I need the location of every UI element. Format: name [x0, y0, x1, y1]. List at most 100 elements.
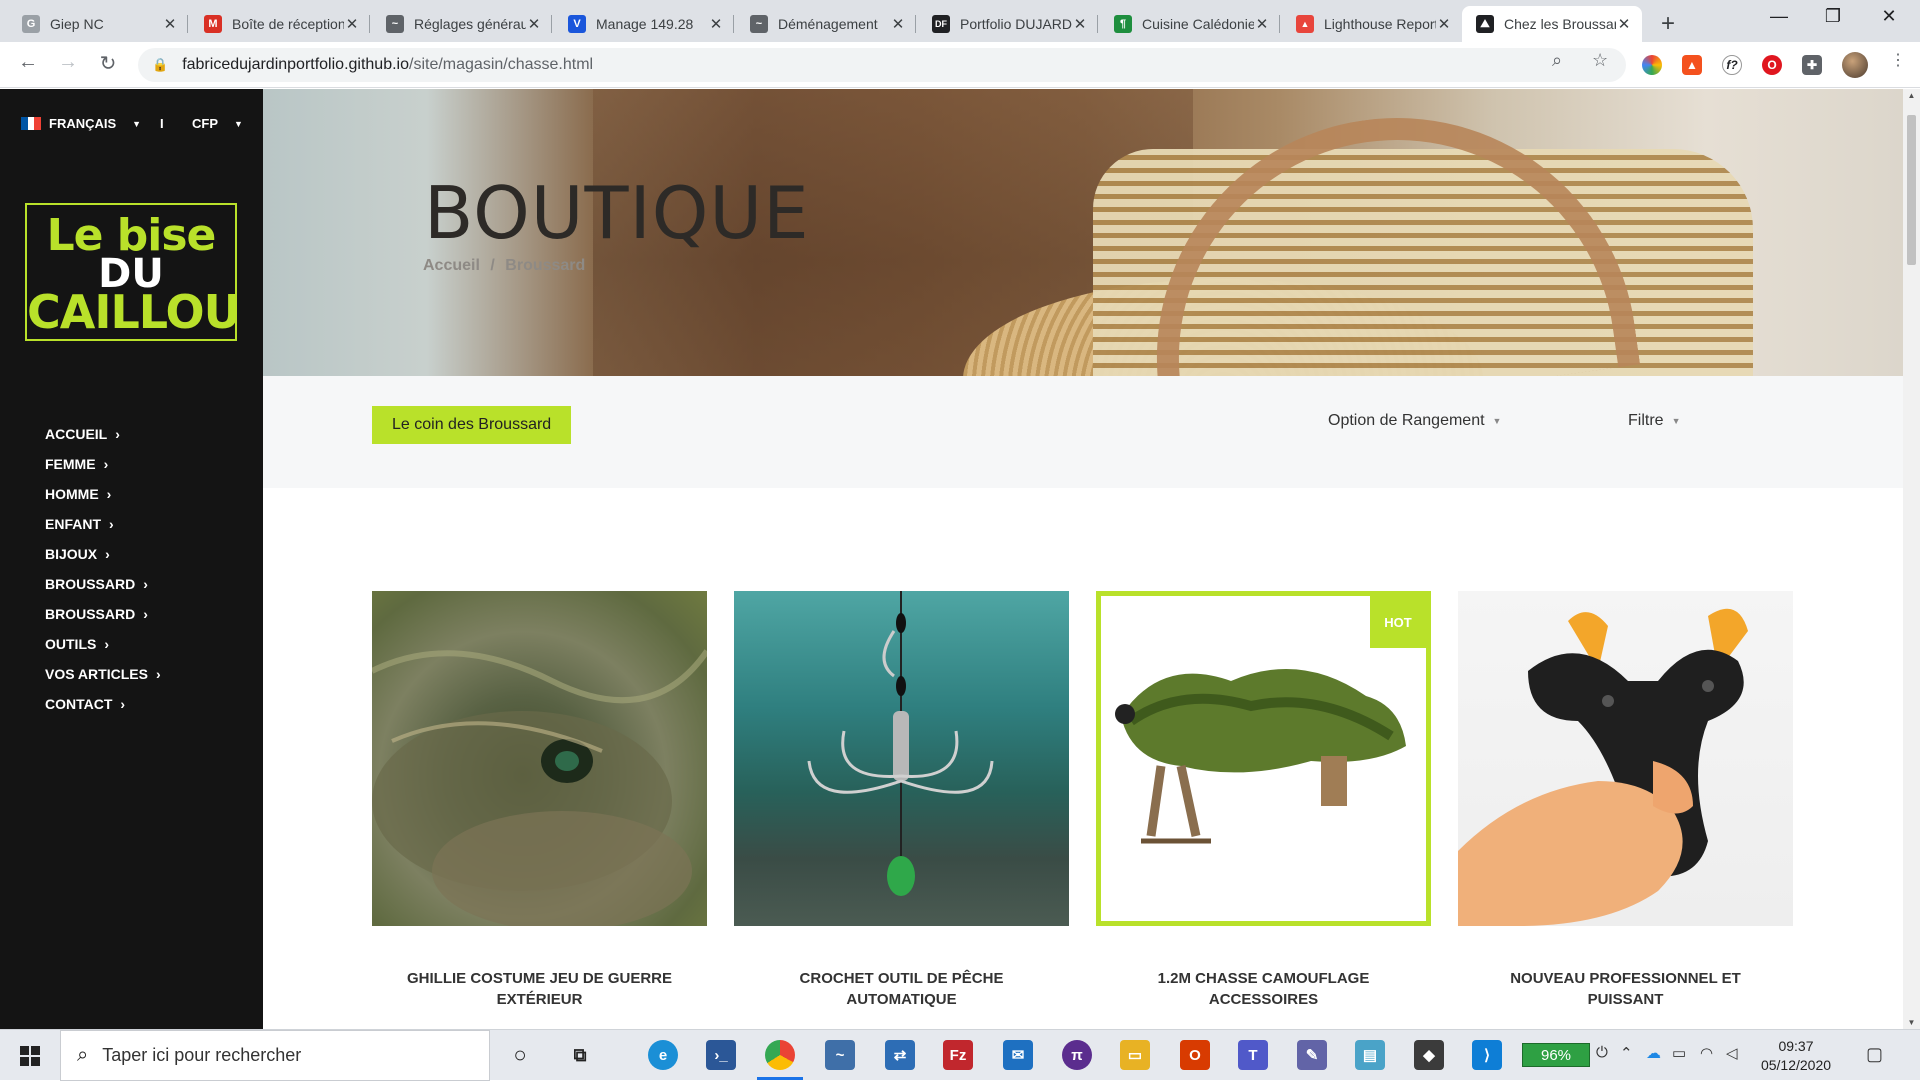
zoom-icon[interactable]: ⌕ [1552, 50, 1562, 71]
notes-app-icon[interactable]: ▤ [1355, 1040, 1385, 1070]
tab-close-icon[interactable]: ✕ [1616, 15, 1632, 33]
tab-close-icon[interactable]: ✕ [526, 15, 542, 33]
mail-icon[interactable]: ✉ [1003, 1040, 1033, 1070]
battery-icon[interactable]: ▭ [1672, 1044, 1686, 1062]
breadcrumb-home-link[interactable]: Accueil [423, 257, 480, 274]
battery-indicator[interactable]: 96% [1522, 1043, 1590, 1067]
nav-item-broussard[interactable]: BROUSSARD › [45, 569, 161, 599]
cortana-icon[interactable]: ○ [505, 1040, 535, 1070]
system-clock[interactable]: 09:37 05/12/2020 [1756, 1037, 1836, 1075]
wifi-icon[interactable]: ◠ [1700, 1044, 1713, 1062]
product-card[interactable]: CROCHET OUTIL DE PÊCHE AUTOMATIQUE [734, 591, 1069, 1010]
browser-tab[interactable]: ~ Déménagement ✕ [736, 6, 916, 42]
tab-favicon-icon: ¶ [1114, 15, 1132, 33]
language-selector[interactable]: FRANÇAIS ▼ [21, 116, 141, 131]
notification-center-icon[interactable]: ▢ [1866, 1044, 1883, 1065]
product-image-fishing-hook[interactable] [734, 591, 1069, 926]
browser-tab[interactable]: ~ Réglages généraux ✕ [372, 6, 552, 42]
nav-item-bijoux[interactable]: BIJOUX › [45, 539, 161, 569]
tab-title: Réglages généraux [414, 16, 526, 32]
tab-close-icon[interactable]: ✕ [344, 15, 360, 33]
nav-item-enfant[interactable]: ENFANT › [45, 509, 161, 539]
task-view-icon[interactable]: ⧉ [565, 1040, 595, 1070]
opera-extension-icon[interactable]: O [1762, 55, 1782, 75]
browser-tab[interactable]: ▲ Lighthouse Report ✕ [1282, 6, 1462, 42]
new-tab-icon[interactable]: + [1654, 10, 1682, 38]
product-image-slingshot[interactable] [1458, 591, 1793, 926]
minimize-icon[interactable]: — [1756, 6, 1802, 27]
browser-tab[interactable]: G Giep NC ✕ [8, 6, 188, 42]
font-extension-icon[interactable]: f? [1722, 55, 1742, 75]
browser-tab[interactable]: ¶ Cuisine Calédonienne ✕ [1100, 6, 1280, 42]
nav-item-homme[interactable]: HOMME › [45, 479, 161, 509]
chrome-icon[interactable] [765, 1040, 795, 1070]
tab-close-icon[interactable]: ✕ [1436, 15, 1452, 33]
nav-item-contact[interactable]: CONTACT › [45, 689, 161, 719]
back-icon[interactable]: ← [14, 51, 42, 74]
product-card[interactable]: HOT 1.2M CHASSE CAMOUFLAGE ACCESSOIRES [1096, 591, 1431, 1010]
address-toolbar: ← → ↻ 🔒 fabricedujardinportfolio.github.… [0, 42, 1920, 88]
page-scrollbar[interactable]: ▲ ▼ [1903, 89, 1920, 1029]
product-image-ghillie[interactable] [372, 591, 707, 926]
product-card[interactable]: NOUVEAU PROFESSIONNEL ET PUISSANT [1458, 591, 1793, 1010]
tab-close-icon[interactable]: ✕ [890, 15, 906, 33]
forward-icon[interactable]: → [54, 51, 82, 74]
product-name[interactable]: NOUVEAU PROFESSIONNEL ET PUISSANT [1458, 968, 1793, 1010]
power-plug-icon[interactable]: ⏻ [1596, 1044, 1608, 1061]
browser-tab[interactable]: V Manage 149.28 ✕ [554, 6, 734, 42]
nav-item-accueil[interactable]: ACCUEIL › [45, 419, 161, 449]
address-bar[interactable]: 🔒 fabricedujardinportfolio.github.io/sit… [138, 48, 1626, 82]
filter-dropdown[interactable]: Filtre ▼ [1628, 412, 1680, 430]
tab-title: Giep NC [50, 16, 104, 32]
volume-icon[interactable]: ◁ [1726, 1044, 1738, 1062]
tab-close-icon[interactable]: ✕ [1072, 15, 1088, 33]
file-explorer-icon[interactable]: ▭ [1120, 1040, 1150, 1070]
product-image-camouflage[interactable]: HOT [1096, 591, 1431, 926]
filezilla-icon[interactable]: Fz [943, 1040, 973, 1070]
close-window-icon[interactable]: ✕ [1866, 6, 1912, 27]
powershell-icon[interactable]: ›_ [706, 1040, 736, 1070]
terminal-app-icon[interactable]: ~ [825, 1040, 855, 1070]
lighthouse-extension-icon[interactable]: ▲ [1682, 55, 1702, 75]
browser-tab[interactable]: M Boîte de réception ✕ [190, 6, 370, 42]
nav-item-broussard-2[interactable]: BROUSSARD › [45, 599, 161, 629]
tab-close-icon[interactable]: ✕ [1254, 15, 1270, 33]
product-name[interactable]: GHILLIE COSTUME JEU DE GUERRE EXTÉRIEUR [372, 968, 707, 1010]
product-name[interactable]: 1.2M CHASSE CAMOUFLAGE ACCESSOIRES [1096, 968, 1431, 1010]
reload-icon[interactable]: ↻ [94, 51, 122, 76]
taskbar-search-box[interactable]: ⌕ Taper ici pour rechercher [60, 1030, 490, 1081]
color-picker-extension-icon[interactable] [1642, 55, 1662, 75]
messenger-icon[interactable]: ✎ [1297, 1040, 1327, 1070]
currency-selector[interactable]: CFP ▼ [192, 116, 243, 131]
category-button[interactable]: Le coin des Broussard [372, 406, 572, 444]
sort-dropdown[interactable]: Option de Rangement ▼ [1328, 412, 1501, 430]
browser-tab[interactable]: DF Portfolio DUJARDIN ✕ [918, 6, 1098, 42]
restore-icon[interactable]: ❐ [1810, 6, 1856, 27]
teams-icon[interactable]: T [1238, 1040, 1268, 1070]
tab-close-icon[interactable]: ✕ [162, 15, 178, 33]
windows-start-button[interactable] [0, 1030, 60, 1081]
scroll-up-icon[interactable]: ▲ [1903, 91, 1920, 100]
nav-item-outils[interactable]: OUTILS › [45, 629, 161, 659]
menu-kebab-icon[interactable]: ⋮ [1890, 50, 1906, 70]
tray-chevron-up-icon[interactable]: ⌃ [1620, 1044, 1633, 1062]
tab-close-icon[interactable]: ✕ [708, 15, 724, 33]
vscode-icon[interactable]: ⟩ [1472, 1040, 1502, 1070]
product-name[interactable]: CROCHET OUTIL DE PÊCHE AUTOMATIQUE [734, 968, 1069, 1010]
site-logo[interactable]: Le bise DU CAILLOU [25, 203, 241, 341]
extensions-puzzle-icon[interactable]: ✚ [1802, 55, 1822, 75]
sourcetree-icon[interactable]: ◆ [1414, 1040, 1444, 1070]
pi-network-icon[interactable]: π [1062, 1040, 1092, 1070]
bookmark-star-icon[interactable]: ☆ [1592, 50, 1608, 71]
browser-tab-active[interactable]: ⛰ Chez les Broussard ✕ [1462, 6, 1642, 42]
edge-icon[interactable]: e [648, 1040, 678, 1070]
scroll-down-icon[interactable]: ▼ [1903, 1018, 1920, 1027]
onedrive-cloud-icon[interactable]: ☁ [1646, 1044, 1661, 1062]
product-card[interactable]: GHILLIE COSTUME JEU DE GUERRE EXTÉRIEUR [372, 591, 707, 1010]
scrollbar-thumb[interactable] [1907, 115, 1916, 265]
nav-item-femme[interactable]: FEMME › [45, 449, 161, 479]
nav-item-vos-articles[interactable]: VOS ARTICLES › [45, 659, 161, 689]
profile-avatar[interactable] [1842, 52, 1868, 78]
network-app-icon[interactable]: ⇄ [885, 1040, 915, 1070]
office-icon[interactable]: O [1180, 1040, 1210, 1070]
